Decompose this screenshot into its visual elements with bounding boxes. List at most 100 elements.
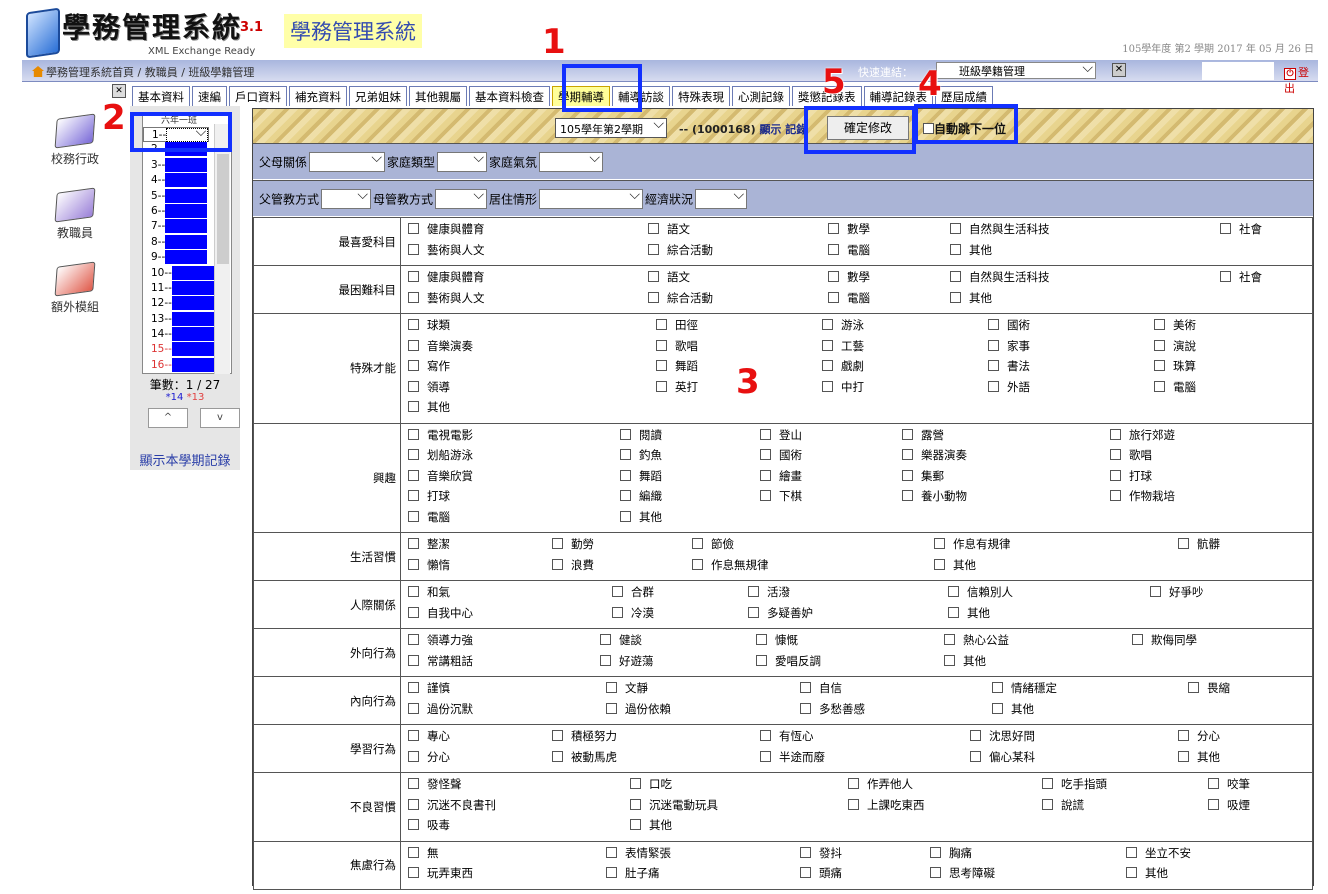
option-checkbox-item[interactable]: 書法 <box>988 358 1030 374</box>
checkbox[interactable] <box>828 271 839 282</box>
checkbox[interactable] <box>620 490 631 501</box>
option-checkbox-item[interactable]: 口吃 <box>630 776 672 792</box>
option-checkbox-item[interactable]: 電腦 <box>408 509 450 525</box>
checkbox[interactable] <box>1126 846 1137 858</box>
checkbox[interactable] <box>760 730 771 741</box>
checkbox[interactable] <box>408 449 419 460</box>
module-item-1[interactable]: 教職員 <box>22 187 128 241</box>
checkbox[interactable] <box>408 586 419 597</box>
tab-13[interactable]: 歷屆成績 <box>935 86 993 106</box>
option-checkbox-item[interactable]: 慷慨 <box>756 632 798 648</box>
option-checkbox-item[interactable]: 語文 <box>648 221 690 237</box>
breadcrumb[interactable]: 學務管理系統首頁 / 教職員 / 班級學籍管理 <box>32 64 254 80</box>
option-checkbox-item[interactable]: 謹慎 <box>408 680 450 696</box>
option-checkbox-item[interactable]: 藝術與人文 <box>408 242 485 258</box>
checkbox[interactable] <box>800 682 811 693</box>
show-term-record-link[interactable]: 顯示本學期記錄 <box>130 450 240 469</box>
checkbox[interactable] <box>948 586 959 597</box>
option-checkbox-item[interactable]: 過份依賴 <box>606 701 671 717</box>
checkbox[interactable] <box>648 223 659 234</box>
option-checkbox-item[interactable]: 過份沉默 <box>408 701 473 717</box>
checkbox[interactable] <box>828 291 839 303</box>
option-checkbox-item[interactable]: 音樂演奏 <box>408 338 473 354</box>
checkbox[interactable] <box>950 223 961 234</box>
option-checkbox-item[interactable]: 熱心公益 <box>944 632 1009 648</box>
option-checkbox-item[interactable]: 健康與體育 <box>408 269 485 285</box>
option-checkbox-item[interactable]: 思考障礙 <box>930 865 995 881</box>
filter-select[interactable] <box>321 187 372 209</box>
option-checkbox-item[interactable]: 電腦 <box>828 242 870 258</box>
checkbox[interactable] <box>1042 778 1053 789</box>
previous-student-button[interactable]: ^ <box>148 408 188 428</box>
checkbox[interactable] <box>760 750 771 762</box>
checkbox[interactable] <box>748 606 759 618</box>
option-checkbox-item[interactable]: 作息有規律 <box>934 536 1011 552</box>
option-checkbox-item[interactable]: 被動馬虎 <box>552 749 617 765</box>
checkbox[interactable] <box>848 778 859 789</box>
checkbox[interactable] <box>950 271 961 282</box>
checkbox[interactable] <box>620 428 631 440</box>
option-checkbox-item[interactable]: 沉迷不良書刊 <box>408 797 496 813</box>
checkbox[interactable] <box>1178 730 1189 741</box>
option-checkbox-item[interactable]: 其他 <box>620 509 662 525</box>
checkbox[interactable] <box>760 449 771 460</box>
option-checkbox-item[interactable]: 演說 <box>1154 338 1196 354</box>
checkbox[interactable] <box>648 243 659 255</box>
option-checkbox-item[interactable]: 美術 <box>1154 317 1196 333</box>
checkbox[interactable] <box>944 634 955 645</box>
checkbox[interactable] <box>612 606 623 618</box>
option-checkbox-item[interactable]: 懶惰 <box>408 557 450 573</box>
option-checkbox-item[interactable]: 發怪聲 <box>408 776 462 792</box>
option-checkbox-item[interactable]: 和氣 <box>408 584 450 600</box>
option-checkbox-item[interactable]: 英打 <box>656 379 698 395</box>
checkbox[interactable] <box>950 243 961 255</box>
option-checkbox-item[interactable]: 露營 <box>902 427 944 443</box>
checkbox[interactable] <box>930 846 941 858</box>
checkbox[interactable] <box>934 558 945 570</box>
option-checkbox-item[interactable]: 電視電影 <box>408 427 473 443</box>
tab-3[interactable]: 補充資料 <box>289 86 347 106</box>
option-checkbox-item[interactable]: 其他 <box>1178 749 1220 765</box>
option-checkbox-item[interactable]: 社會 <box>1220 269 1262 285</box>
option-checkbox-item[interactable]: 自信 <box>800 680 842 696</box>
tab-4[interactable]: 兄弟姐妹 <box>349 86 407 106</box>
option-checkbox-item[interactable]: 浪費 <box>552 557 594 573</box>
option-checkbox-item[interactable]: 咬筆 <box>1208 776 1250 792</box>
checkbox[interactable] <box>408 469 419 481</box>
option-checkbox-item[interactable]: 活潑 <box>748 584 790 600</box>
checkbox[interactable] <box>648 291 659 303</box>
checkbox[interactable] <box>620 469 631 481</box>
filter-select[interactable] <box>539 150 604 172</box>
next-student-button[interactable]: v <box>200 408 240 428</box>
option-checkbox-item[interactable]: 划船游泳 <box>408 447 473 463</box>
breadcrumb-text[interactable]: 學務管理系統首頁 / 教職員 / 班級學籍管理 <box>46 66 254 79</box>
option-checkbox-item[interactable]: 領導力強 <box>408 632 473 648</box>
option-checkbox-item[interactable]: 發抖 <box>800 845 842 861</box>
checkbox[interactable] <box>552 750 563 762</box>
checkbox[interactable] <box>1208 778 1219 789</box>
module-label[interactable]: 校務行政 <box>22 150 128 167</box>
checkbox[interactable] <box>552 538 563 549</box>
option-checkbox-item[interactable]: 分心 <box>1178 728 1220 744</box>
checkbox[interactable] <box>970 730 981 741</box>
option-checkbox-item[interactable]: 其他 <box>934 557 976 573</box>
option-checkbox-item[interactable]: 上課吃東西 <box>848 797 925 813</box>
checkbox[interactable] <box>620 510 631 522</box>
checkbox[interactable] <box>760 490 771 501</box>
option-checkbox-item[interactable]: 愛唱反調 <box>756 653 821 669</box>
checkbox[interactable] <box>408 867 419 878</box>
option-checkbox-item[interactable]: 畏縮 <box>1188 680 1230 696</box>
checkbox[interactable] <box>612 586 623 597</box>
checkbox[interactable] <box>1110 428 1121 440</box>
option-checkbox-item[interactable]: 健談 <box>600 632 642 648</box>
checkbox[interactable] <box>408 750 419 762</box>
option-checkbox-item[interactable]: 好遊蕩 <box>600 653 654 669</box>
option-checkbox-item[interactable]: 健康與體育 <box>408 221 485 237</box>
option-checkbox-item[interactable]: 中打 <box>822 379 864 395</box>
checkbox[interactable] <box>1154 319 1165 330</box>
option-checkbox-item[interactable]: 沈思好問 <box>970 728 1035 744</box>
option-checkbox-item[interactable]: 專心 <box>408 728 450 744</box>
scrollbar-thumb[interactable] <box>217 154 229 264</box>
checkbox[interactable] <box>902 449 913 460</box>
checkbox[interactable] <box>1042 798 1053 810</box>
